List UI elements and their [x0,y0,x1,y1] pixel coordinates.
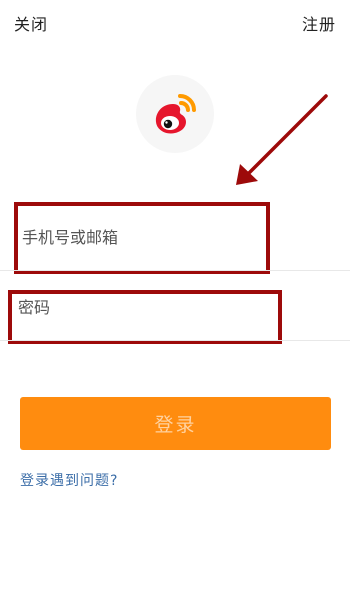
password-field-divider [0,340,350,341]
password-input[interactable] [18,294,268,320]
register-button[interactable]: 注册 [302,11,336,35]
phone-email-input[interactable] [22,224,262,250]
close-button[interactable]: 关闭 [14,11,48,35]
logo [136,75,214,153]
login-button[interactable]: 登录 [20,397,331,450]
weibo-logo-icon [155,94,196,134]
phone-field-divider [0,270,350,271]
login-help-link[interactable]: 登录遇到问题? [20,470,118,490]
